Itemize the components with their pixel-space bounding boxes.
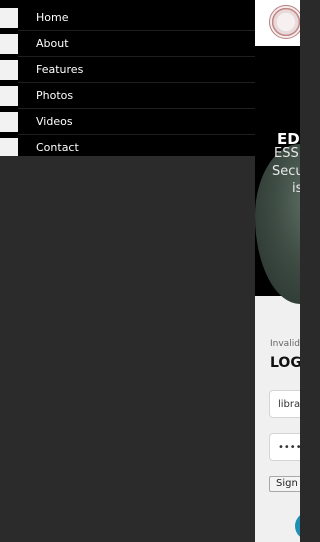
chat-bubble-icon[interactable] bbox=[295, 512, 300, 540]
nav-tab-marker bbox=[0, 34, 18, 54]
nav-item-about[interactable]: About bbox=[0, 31, 255, 57]
nav-item-videos[interactable]: Videos bbox=[0, 109, 255, 135]
nav-tab-marker bbox=[0, 8, 18, 28]
sidebar-overlay-panel bbox=[0, 156, 255, 542]
login-error-message: Invalid bbox=[270, 339, 300, 349]
nav-item-label: About bbox=[36, 37, 69, 50]
hero-banner: ED ESS Secu is bbox=[255, 46, 300, 304]
nav-item-home[interactable]: Home bbox=[0, 5, 255, 31]
nav-tab-marker bbox=[0, 86, 18, 106]
institution-logo[interactable] bbox=[269, 5, 300, 39]
password-input[interactable]: •••••••• bbox=[269, 433, 300, 461]
username-input[interactable]: librar bbox=[269, 390, 300, 418]
sidebar-nav: Home About Features Photos Videos Contac… bbox=[0, 0, 255, 158]
nav-item-label: Home bbox=[36, 11, 69, 24]
hero-subtitle-line: Secu bbox=[272, 164, 300, 179]
nav-tab-marker bbox=[0, 60, 18, 80]
main-page-peek: ED ESS Secu is Invalid LOG librar ••••••… bbox=[255, 0, 300, 542]
nav-tab-marker bbox=[0, 112, 18, 132]
nav-tab-marker bbox=[0, 138, 18, 158]
nav-item-label: Videos bbox=[36, 115, 73, 128]
nav-item-features[interactable]: Features bbox=[0, 57, 255, 83]
login-title: LOG bbox=[270, 355, 300, 371]
header-bar bbox=[255, 0, 300, 47]
nav-item-label: Contact bbox=[36, 141, 79, 154]
hero-subtitle-line: is bbox=[292, 181, 300, 196]
hero-subtitle-line: ESS bbox=[274, 146, 299, 161]
sign-in-button[interactable]: Sign bbox=[269, 476, 300, 492]
nav-item-photos[interactable]: Photos bbox=[0, 83, 255, 109]
nav-item-label: Photos bbox=[36, 89, 74, 102]
nav-item-label: Features bbox=[36, 63, 84, 76]
